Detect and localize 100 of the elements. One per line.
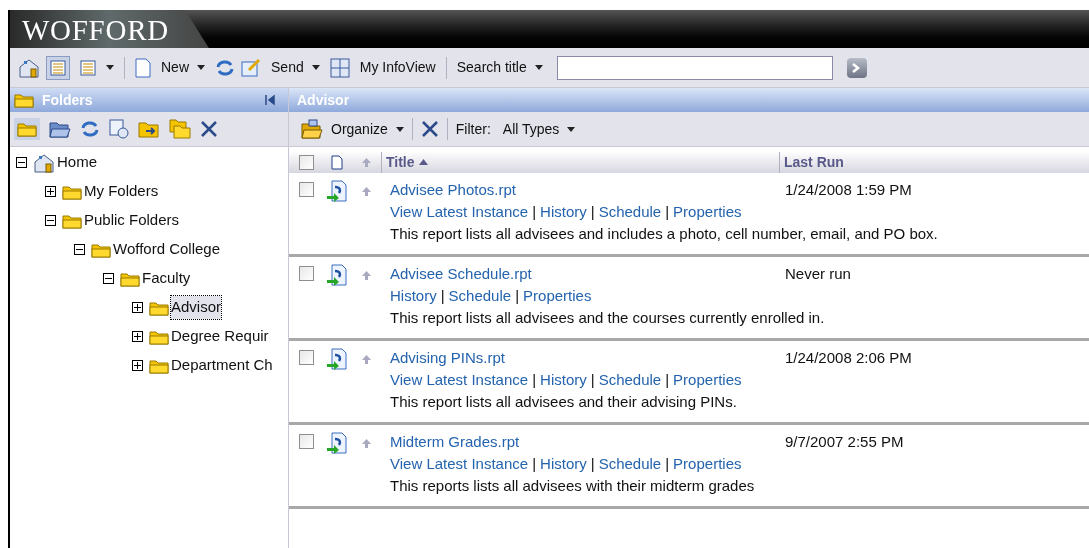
checkbox[interactable]: [298, 350, 314, 365]
report-icon: [326, 180, 348, 202]
expand-icon[interactable]: [132, 360, 143, 371]
action-link[interactable]: History: [540, 454, 587, 474]
folder-icon: [120, 270, 140, 287]
action-link[interactable]: Properties: [673, 202, 742, 222]
separator: |: [439, 286, 446, 306]
tree-item[interactable]: Home: [57, 151, 97, 174]
separator: |: [531, 370, 538, 390]
report-link[interactable]: Advisee Photos.rpt: [390, 180, 785, 200]
tree-item[interactable]: Wofford College: [113, 238, 220, 261]
action-link[interactable]: View Latest Instance: [390, 370, 529, 390]
action-link[interactable]: Schedule: [448, 286, 512, 306]
action-link[interactable]: Properties: [673, 454, 742, 474]
new-button[interactable]: New: [157, 57, 209, 78]
action-link[interactable]: History: [390, 286, 437, 306]
expand-icon[interactable]: [45, 186, 56, 197]
my-infoview-button[interactable]: My InfoView: [355, 57, 440, 78]
expand-icon[interactable]: [132, 302, 143, 313]
folder-icon: [149, 328, 169, 345]
folder-icon: [91, 241, 111, 258]
collapse-icon[interactable]: [74, 244, 85, 255]
checkbox[interactable]: [298, 182, 314, 197]
caret-icon[interactable]: [106, 65, 114, 70]
organize-button[interactable]: Organize: [331, 118, 404, 140]
separator: |: [664, 370, 671, 390]
action-link[interactable]: History: [540, 370, 587, 390]
panel-title: Advisor: [297, 90, 350, 110]
move-folder-icon[interactable]: [138, 120, 160, 138]
folder-icon: [62, 183, 82, 200]
tree-item[interactable]: Advisor: [171, 296, 222, 319]
document-icon: [331, 154, 343, 170]
collapse-icon[interactable]: [103, 273, 114, 284]
report-icon: [326, 264, 348, 286]
view-button[interactable]: [46, 55, 70, 80]
house-icon: [33, 152, 55, 173]
go-button[interactable]: [846, 57, 867, 78]
action-link[interactable]: View Latest Instance: [390, 202, 529, 222]
open-folder-icon[interactable]: [301, 119, 323, 139]
up-arrow-icon[interactable]: [360, 186, 372, 197]
action-link[interactable]: Properties: [523, 286, 592, 306]
filter-label: Filter:: [455, 119, 491, 139]
caret-icon[interactable]: [534, 65, 543, 70]
separator: |: [664, 454, 671, 474]
action-link[interactable]: View Latest Instance: [390, 454, 529, 474]
action-link[interactable]: Schedule: [598, 454, 662, 474]
tree-item[interactable]: Department Ch: [171, 354, 273, 377]
report-description: This report lists all advisees and includes a photo, cell number, email, and PO box.: [390, 224, 939, 244]
search-field[interactable]: [556, 55, 833, 80]
last-run-text: 1/24/2008 1:59 PM: [785, 180, 912, 200]
folder-icon: [14, 92, 34, 108]
report-link[interactable]: Advisee Schedule.rpt: [390, 264, 785, 284]
caret-icon[interactable]: [395, 126, 404, 132]
checkbox[interactable]: [298, 154, 314, 170]
tree-item[interactable]: My Folders: [84, 180, 159, 203]
last-run-text: 1/24/2008 2:06 PM: [785, 348, 912, 368]
action-link[interactable]: History: [540, 202, 587, 222]
collapse-icon[interactable]: [45, 215, 56, 226]
search-scope-button[interactable]: Search title: [452, 57, 547, 78]
tree-item[interactable]: Degree Requir: [171, 325, 269, 348]
tree-item[interactable]: Public Folders: [84, 209, 180, 232]
action-link[interactable]: Properties: [673, 370, 742, 390]
properties-icon[interactable]: [109, 119, 129, 139]
folder-icon: [149, 357, 169, 374]
new-folder-button[interactable]: [14, 118, 40, 140]
report-link[interactable]: Midterm Grades.rpt: [390, 432, 785, 452]
action-link[interactable]: Schedule: [598, 202, 662, 222]
document-icon[interactable]: [135, 57, 151, 78]
separator: |: [531, 202, 538, 222]
up-arrow-icon[interactable]: [360, 270, 372, 281]
filter-dropdown[interactable]: All Types: [502, 118, 576, 140]
caret-icon[interactable]: [197, 65, 205, 70]
panel-title: Folders: [42, 90, 94, 110]
delete-icon[interactable]: [420, 120, 439, 138]
column-heading[interactable]: Last Run: [779, 151, 1089, 173]
caret-icon[interactable]: [567, 126, 576, 132]
copy-folder-icon[interactable]: [169, 119, 191, 139]
refresh-icon[interactable]: [80, 120, 100, 138]
up-arrow-icon[interactable]: [360, 354, 372, 365]
folder-icon: [17, 121, 37, 137]
report-description: This report lists all advisees and their advising PINs.: [390, 392, 738, 412]
open-folder-icon[interactable]: [49, 120, 71, 138]
collapse-icon[interactable]: [16, 157, 27, 168]
caret-icon[interactable]: [311, 65, 320, 70]
separator: |: [589, 370, 596, 390]
house-icon: [18, 57, 40, 78]
separator: |: [531, 454, 538, 474]
send-button[interactable]: Send: [267, 57, 324, 78]
grid-icon[interactable]: [329, 57, 350, 78]
refresh-icon[interactable]: [215, 58, 235, 77]
column-heading[interactable]: Title: [381, 151, 779, 173]
checkbox[interactable]: [298, 434, 314, 449]
action-link[interactable]: Schedule: [598, 370, 662, 390]
tree-item[interactable]: Faculty: [142, 267, 191, 290]
up-arrow-icon[interactable]: [360, 438, 372, 449]
report-link[interactable]: Advising PINs.rpt: [390, 348, 785, 368]
expand-icon[interactable]: [132, 331, 143, 342]
collapse-panel-icon[interactable]: [264, 94, 276, 106]
checkbox[interactable]: [298, 266, 314, 281]
delete-icon[interactable]: [200, 120, 218, 138]
